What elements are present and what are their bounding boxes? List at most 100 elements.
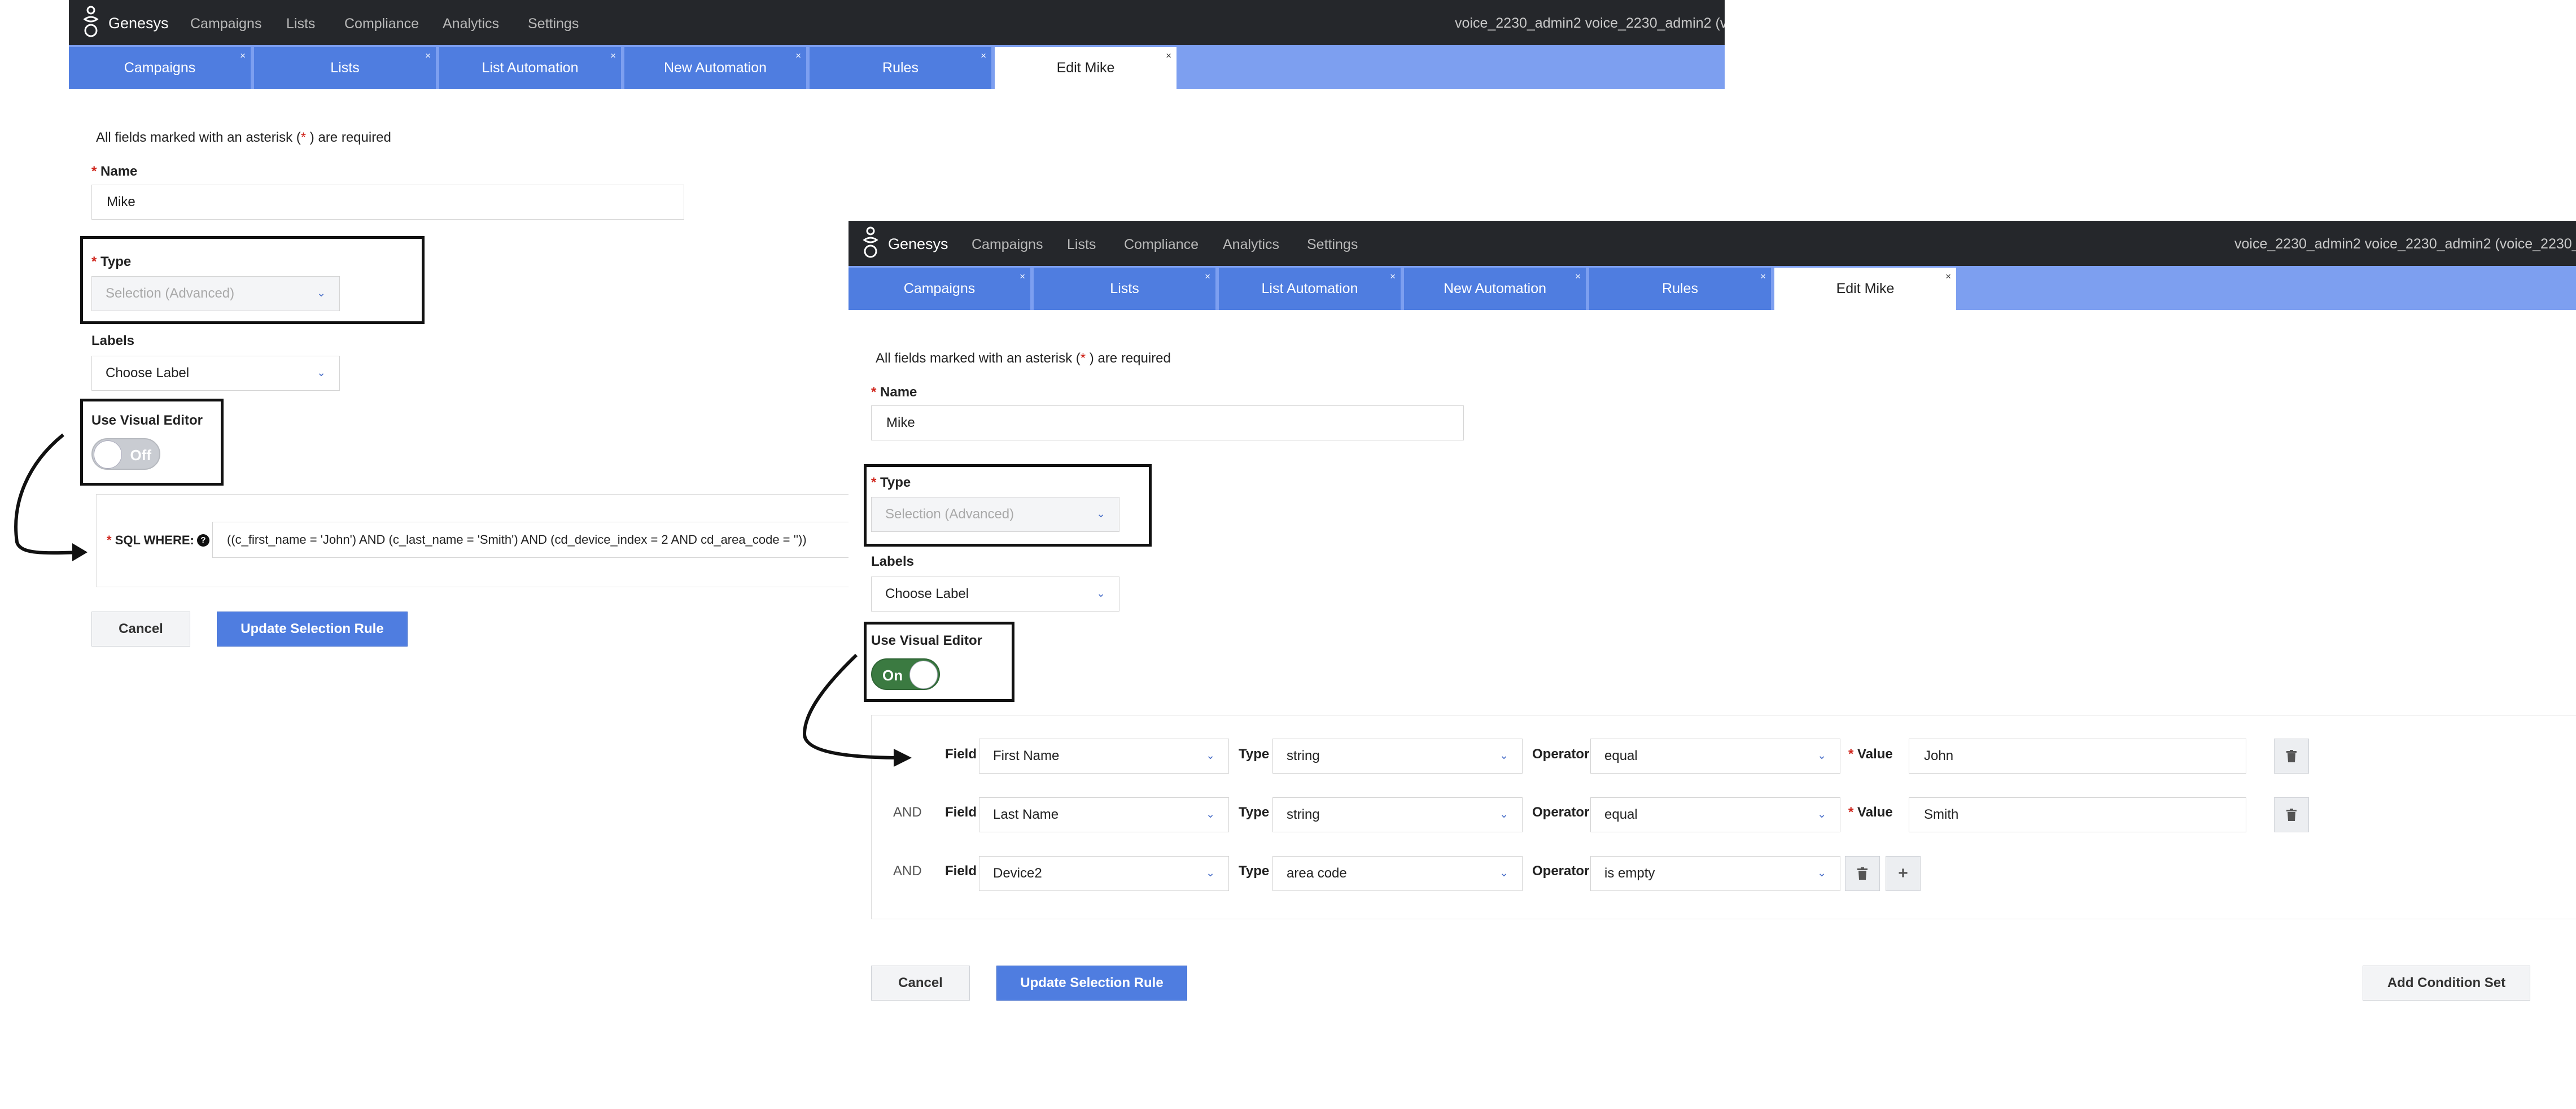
nav-campaigns[interactable]: Campaigns	[972, 237, 1043, 253]
close-icon[interactable]: ×	[1205, 271, 1210, 282]
tab-campaigns[interactable]: Campaigns ×	[849, 268, 1030, 310]
tab-new-automation[interactable]: New Automation ×	[1404, 268, 1586, 310]
close-icon[interactable]: ×	[1390, 271, 1396, 282]
user-name[interactable]: voice_2230_admin2 voice_2230_admin2 (voi…	[1455, 15, 1725, 32]
tab-rules[interactable]: Rules ×	[1589, 268, 1771, 310]
close-icon[interactable]: ×	[1166, 50, 1171, 62]
chevron-down-icon: ⌄	[1817, 750, 1826, 762]
tab-edit-mike[interactable]: Edit Mike ×	[1774, 268, 1956, 310]
tab-lists[interactable]: Lists ×	[254, 47, 436, 89]
close-icon[interactable]: ×	[425, 50, 431, 62]
tab-lists[interactable]: Lists ×	[1034, 268, 1215, 310]
type-select[interactable]: string ⌄	[1272, 739, 1523, 774]
cancel-button[interactable]: Cancel	[91, 612, 190, 647]
update-selection-rule-button[interactable]: Update Selection Rule	[996, 966, 1187, 1001]
field-select[interactable]: Device2 ⌄	[979, 856, 1229, 891]
chevron-down-icon: ⌄	[1817, 809, 1826, 820]
visual-editor-label: Use Visual Editor	[871, 633, 982, 648]
chevron-down-icon: ⌄	[1499, 809, 1508, 820]
toggle-text: Off	[130, 447, 151, 464]
tab-rules[interactable]: Rules ×	[810, 47, 991, 89]
visual-editor-toggle[interactable]: Off	[91, 438, 160, 470]
field-label: Field	[945, 863, 977, 879]
tab-label: New Automation	[663, 60, 767, 76]
and-label: AND	[893, 863, 922, 879]
close-icon[interactable]: ×	[795, 50, 801, 62]
nav-analytics[interactable]: Analytics	[1223, 237, 1279, 253]
nav-lists[interactable]: Lists	[1067, 237, 1096, 253]
chevron-down-icon: ⌄	[1206, 750, 1215, 762]
type-label: Type	[1239, 746, 1270, 762]
tab-edit-mike[interactable]: Edit Mike ×	[995, 47, 1177, 89]
value-input[interactable]: Smith	[1909, 797, 2246, 832]
type-label: Type	[1239, 805, 1270, 820]
close-icon[interactable]: ×	[1760, 271, 1766, 282]
delete-condition-button[interactable]	[2274, 797, 2309, 832]
nav-analytics[interactable]: Analytics	[443, 16, 499, 32]
type-select[interactable]: string ⌄	[1272, 797, 1523, 832]
required-star: *	[1848, 746, 1854, 762]
operator-select[interactable]: equal ⌄	[1590, 797, 1840, 832]
close-icon[interactable]: ×	[610, 50, 616, 62]
type-label-text: Type	[100, 254, 132, 269]
type-select-value: string	[1287, 807, 1320, 822]
close-icon[interactable]: ×	[1020, 271, 1025, 282]
nav-settings[interactable]: Settings	[1307, 237, 1358, 253]
chevron-down-icon: ⌄	[1206, 867, 1215, 879]
delete-condition-button[interactable]	[1845, 856, 1880, 891]
tab-list-automation[interactable]: List Automation ×	[1219, 268, 1401, 310]
update-selection-rule-button[interactable]: Update Selection Rule	[217, 612, 408, 647]
labels-select[interactable]: Choose Label ⌄	[91, 356, 340, 391]
user-name[interactable]: voice_2230_admin2 voice_2230_admin2 (voi…	[2234, 236, 2576, 252]
delete-condition-button[interactable]	[2274, 739, 2309, 774]
add-condition-button[interactable]: +	[1886, 856, 1921, 891]
tab-label: Lists	[330, 60, 360, 76]
trash-icon	[2286, 750, 2297, 762]
value-label: * Value	[1848, 805, 1893, 820]
type-select-value: Selection (Advanced)	[106, 286, 235, 301]
tab-label: List Automation	[1261, 281, 1358, 296]
name-input[interactable]: Mike	[91, 185, 684, 220]
tab-label: Lists	[1110, 281, 1139, 296]
help-icon[interactable]: ?	[197, 534, 209, 547]
close-icon[interactable]: ×	[1945, 271, 1951, 282]
nav-campaigns[interactable]: Campaigns	[190, 16, 261, 32]
field-select[interactable]: First Name ⌄	[979, 739, 1229, 774]
genesys-logo-icon	[863, 226, 878, 258]
top-navbar: Genesys Campaigns Lists Compliance Analy…	[849, 221, 2576, 266]
tab-campaigns[interactable]: Campaigns ×	[69, 47, 251, 89]
name-input[interactable]: Mike	[871, 405, 1464, 440]
visual-editor-label: Use Visual Editor	[91, 413, 203, 428]
required-note-text: All fields marked with an asterisk (	[96, 130, 301, 145]
chevron-down-icon: ⌄	[1817, 867, 1826, 879]
operator-select[interactable]: is empty ⌄	[1590, 856, 1840, 891]
tab-label: New Automation	[1443, 281, 1547, 296]
curved-arrow-icon	[14, 433, 88, 561]
tab-label: Campaigns	[124, 60, 196, 76]
tab-new-automation[interactable]: New Automation ×	[624, 47, 806, 89]
required-star: *	[91, 254, 97, 269]
close-icon[interactable]: ×	[240, 50, 246, 62]
add-condition-set-button[interactable]: Add Condition Set	[2363, 966, 2530, 1001]
value-input[interactable]: John	[1909, 739, 2246, 774]
nav-lists[interactable]: Lists	[286, 16, 315, 32]
field-select[interactable]: Last Name ⌄	[979, 797, 1229, 832]
value-label: * Value	[1848, 746, 1893, 762]
chevron-down-icon: ⌄	[317, 367, 326, 379]
trash-icon	[2286, 809, 2297, 821]
type-select-value: area code	[1287, 866, 1347, 881]
nav-compliance[interactable]: Compliance	[344, 16, 419, 32]
close-icon[interactable]: ×	[1575, 271, 1581, 282]
operator-select[interactable]: equal ⌄	[1590, 739, 1840, 774]
cancel-button[interactable]: Cancel	[871, 966, 970, 1001]
type-select[interactable]: area code ⌄	[1272, 856, 1523, 891]
close-icon[interactable]: ×	[981, 50, 986, 62]
field-label: Field	[945, 746, 977, 762]
tab-label: Rules	[882, 60, 919, 76]
tab-list-automation[interactable]: List Automation ×	[439, 47, 621, 89]
type-select: Selection (Advanced) ⌄	[91, 276, 340, 311]
trash-icon	[1857, 867, 1868, 880]
labels-select[interactable]: Choose Label ⌄	[871, 577, 1119, 612]
nav-settings[interactable]: Settings	[528, 16, 579, 32]
nav-compliance[interactable]: Compliance	[1124, 237, 1199, 253]
